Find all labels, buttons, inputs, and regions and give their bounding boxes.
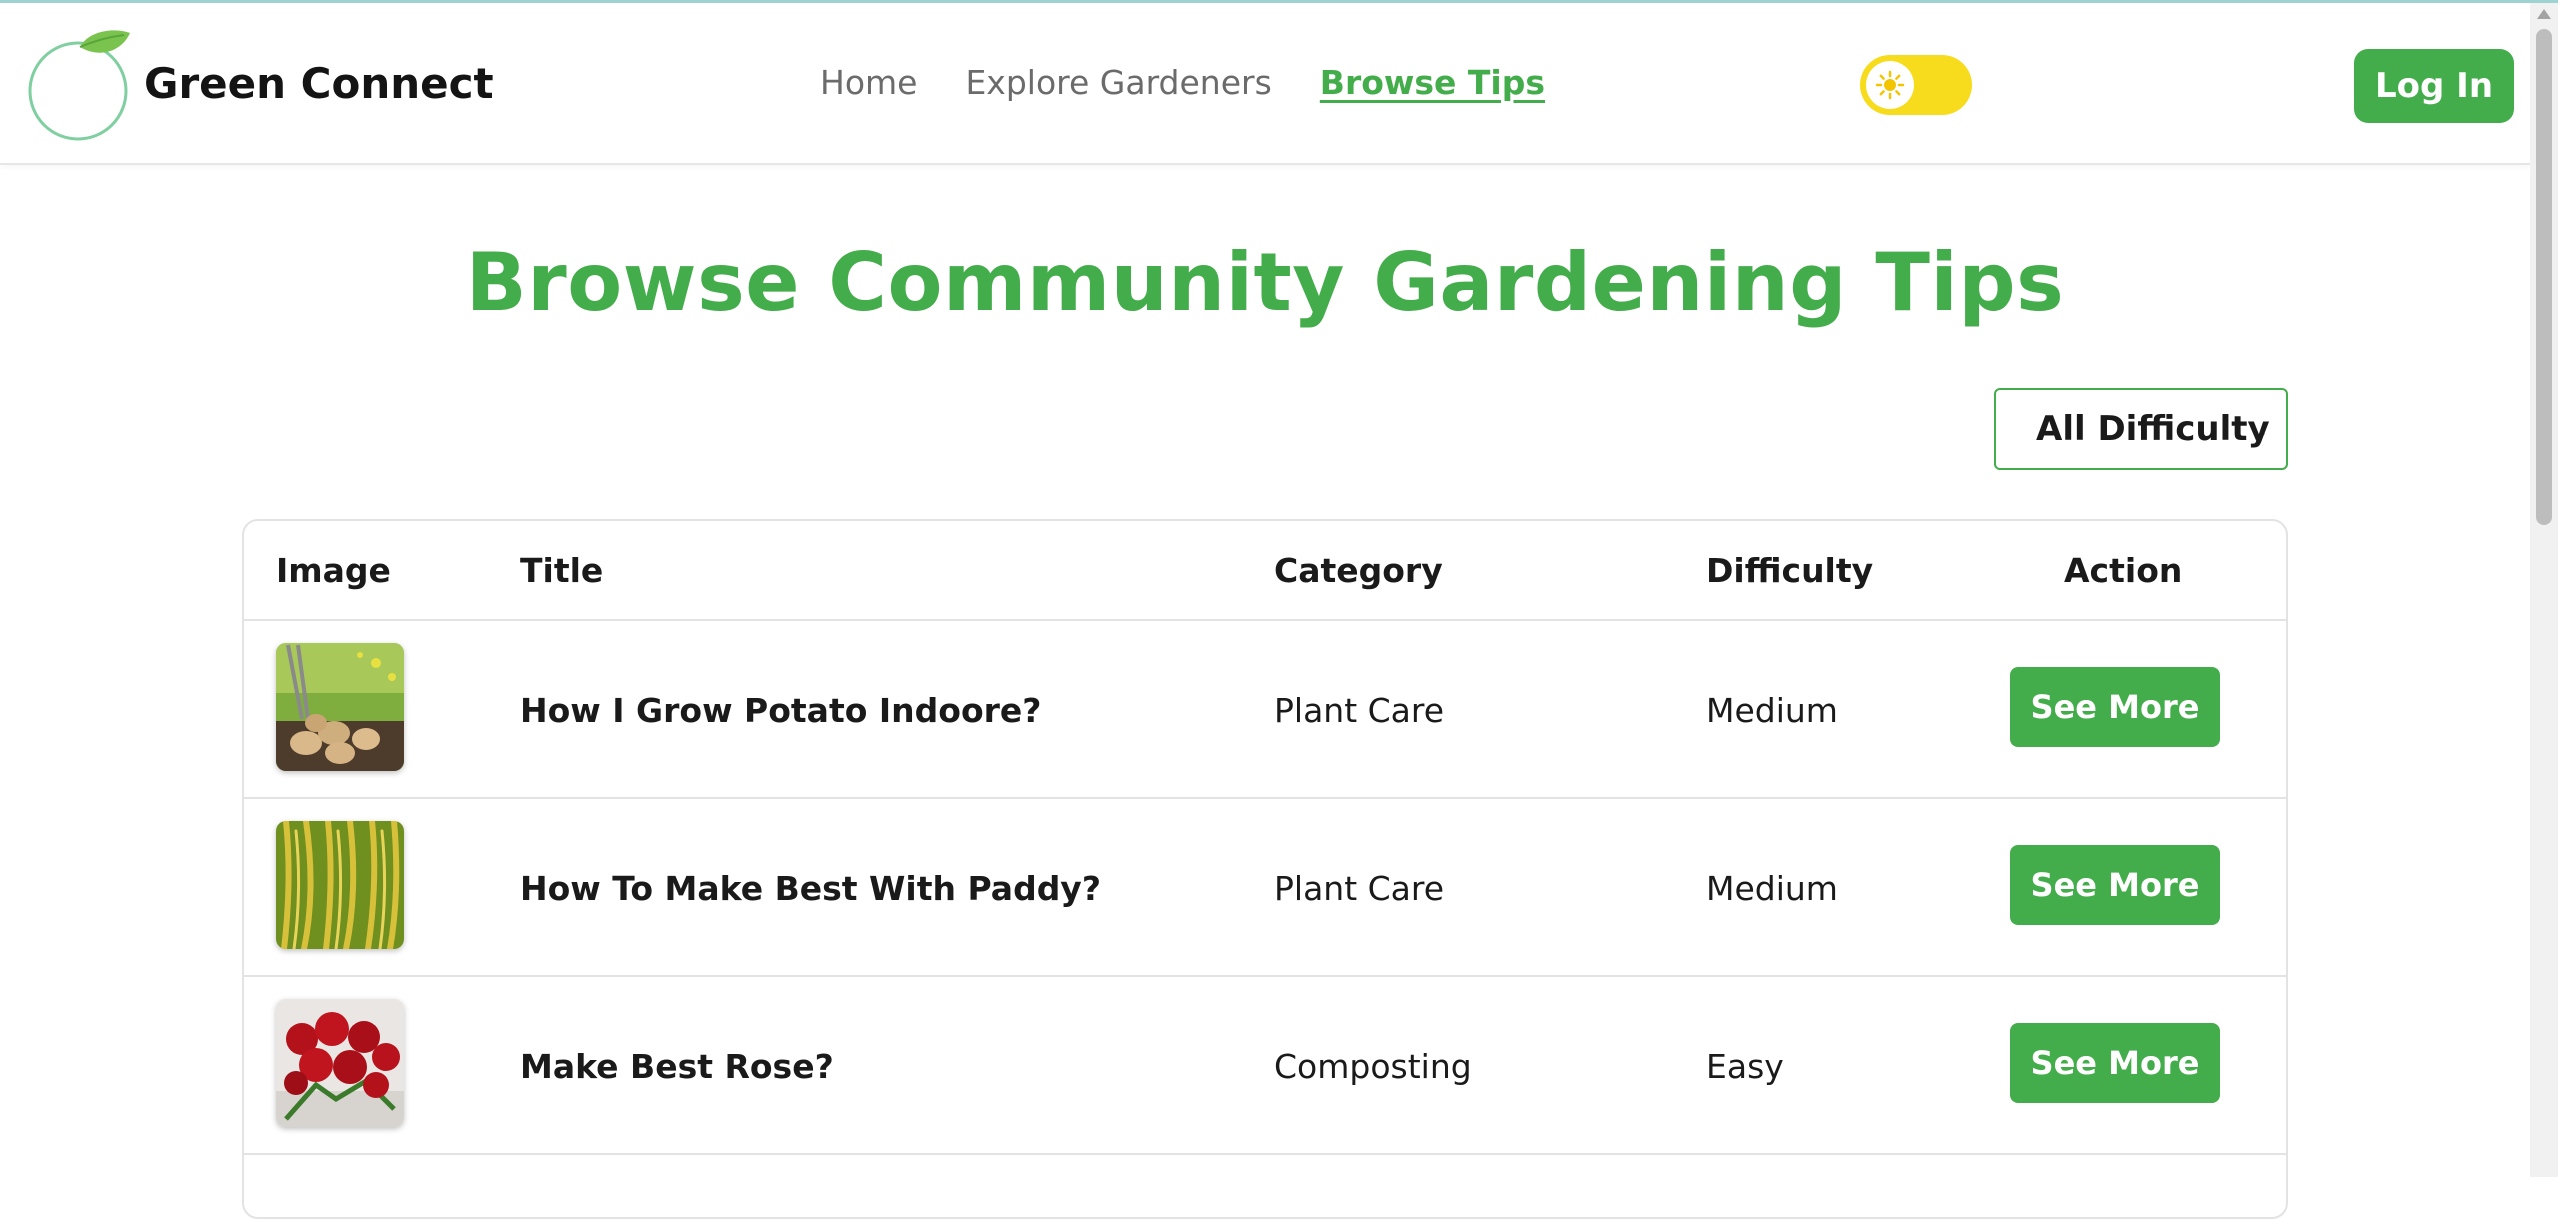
- chevron-down-icon: ⌄: [2248, 416, 2270, 446]
- brand-name[interactable]: Green Connect: [144, 59, 494, 108]
- main-nav: Home Explore Gardeners Browse Tips: [820, 63, 1545, 102]
- theme-toggle[interactable]: [1860, 55, 1972, 115]
- column-header-difficulty: Difficulty: [1706, 551, 1874, 590]
- login-button[interactable]: Log In: [2354, 49, 2514, 123]
- column-header-title: Title: [520, 551, 604, 590]
- column-header-image: Image: [276, 551, 391, 590]
- page-title: Browse Community Gardening Tips: [465, 236, 2065, 329]
- scroll-up-arrow-icon[interactable]: [2537, 9, 2551, 19]
- difficulty-filter-value: All Difficulty: [2036, 409, 2270, 449]
- nav-link-home[interactable]: Home: [820, 63, 917, 102]
- toggle-knob: [1866, 61, 1914, 109]
- site-header: Green Connect Home Explore Gardeners Bro…: [0, 3, 2530, 165]
- see-more-button[interactable]: See More: [2010, 1023, 2220, 1103]
- page-scrollbar[interactable]: [2530, 3, 2558, 1177]
- tip-category: Composting: [1274, 1047, 1472, 1086]
- see-more-button[interactable]: See More: [2010, 845, 2220, 925]
- tip-difficulty: Medium: [1706, 691, 1838, 730]
- column-header-category: Category: [1274, 551, 1443, 590]
- table-header: Image Title Category Difficulty Action: [244, 521, 2286, 621]
- tip-difficulty: Easy: [1706, 1047, 1784, 1086]
- tip-thumbnail-potatoes: [276, 643, 404, 771]
- logo-icon[interactable]: [28, 25, 138, 145]
- sun-icon: [1875, 70, 1905, 100]
- scroll-thumb[interactable]: [2536, 29, 2552, 525]
- tip-title: How To Make Best With Paddy?: [520, 869, 1101, 908]
- tip-category: Plant Care: [1274, 691, 1445, 730]
- table-row: Make Best Rose? Composting Easy See More: [244, 975, 2286, 1155]
- tip-difficulty: Medium: [1706, 869, 1838, 908]
- tip-title: Make Best Rose?: [520, 1047, 834, 1086]
- nav-link-explore-gardeners[interactable]: Explore Gardeners: [965, 63, 1271, 102]
- tip-thumbnail-paddy: [276, 821, 404, 949]
- table-row: How I Grow Potato Indoore? Plant Care Me…: [244, 619, 2286, 799]
- see-more-button[interactable]: See More: [2010, 667, 2220, 747]
- difficulty-filter-select[interactable]: All Difficulty ⌄: [1994, 388, 2288, 470]
- column-header-action: Action: [2064, 551, 2183, 590]
- nav-link-browse-tips[interactable]: Browse Tips: [1320, 63, 1545, 102]
- tip-title: How I Grow Potato Indoore?: [520, 691, 1042, 730]
- tips-table: Image Title Category Difficulty Action H…: [242, 519, 2288, 1219]
- tip-thumbnail-roses: [276, 999, 404, 1127]
- tip-category: Plant Care: [1274, 869, 1445, 908]
- table-row: How To Make Best With Paddy? Plant Care …: [244, 797, 2286, 977]
